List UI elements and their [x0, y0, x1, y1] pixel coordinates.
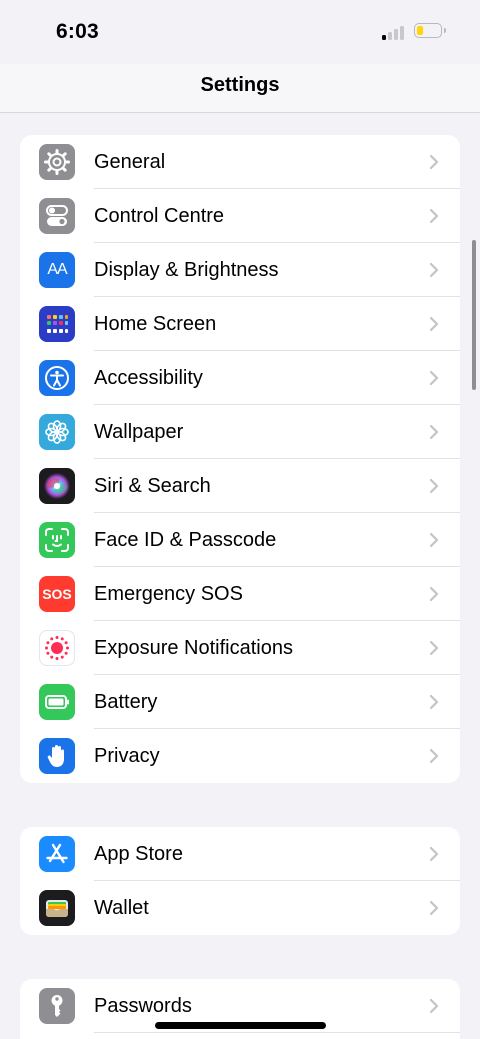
settings-row-display-brightness[interactable]: AA Display & Brightness — [20, 243, 460, 297]
navigation-bar: Settings — [0, 64, 480, 113]
sos-glyph: SOS — [42, 586, 72, 602]
chevron-right-icon — [429, 424, 439, 440]
siri-icon — [39, 468, 75, 504]
settings-row-label: Exposure Notifications — [94, 637, 293, 659]
settings-row-label: Face ID & Passcode — [94, 529, 277, 551]
chevron-right-icon — [429, 532, 439, 548]
settings-row-label: Battery — [94, 691, 158, 713]
settings-row-app-store[interactable]: App Store — [20, 827, 460, 881]
home-indicator[interactable] — [155, 1022, 326, 1029]
settings-group-passwords: Passwords — [20, 979, 460, 1039]
chevron-right-icon — [429, 900, 439, 916]
settings-row-label: Home Screen — [94, 313, 217, 335]
status-bar: 6:03 — [0, 0, 480, 64]
settings-row-accessibility[interactable]: Accessibility — [20, 351, 460, 405]
flower-icon — [39, 414, 75, 450]
settings-row-exposure-notifications[interactable]: Exposure Notifications — [20, 621, 460, 675]
chevron-right-icon — [429, 478, 439, 494]
chevron-right-icon — [429, 586, 439, 602]
face-id-icon — [39, 522, 75, 558]
exposure-icon — [39, 630, 75, 666]
page-title: Settings — [200, 74, 280, 96]
cellular-signal-icon — [382, 24, 408, 40]
settings-row-privacy[interactable]: Privacy — [20, 729, 460, 783]
settings-row-label: Passwords — [94, 995, 192, 1017]
settings-row-control-centre[interactable]: Control Centre — [20, 189, 460, 243]
chevron-right-icon — [429, 640, 439, 656]
chevron-right-icon — [429, 748, 439, 764]
settings-row-label: Display & Brightness — [94, 259, 279, 281]
hand-icon — [39, 738, 75, 774]
settings-row-label: Privacy — [94, 745, 160, 767]
settings-row-wallpaper[interactable]: Wallpaper — [20, 405, 460, 459]
settings-row-label: Control Centre — [94, 205, 225, 227]
chevron-right-icon — [429, 694, 439, 710]
toggle-icon — [39, 198, 75, 234]
settings-row-label: Wallpaper — [94, 421, 184, 443]
settings-row-label: App Store — [94, 843, 183, 865]
battery-level — [417, 26, 423, 35]
settings-row-emergency-sos[interactable]: SOS Emergency SOS — [20, 567, 460, 621]
settings-group-main: General Control Centre AA Display & Brig… — [20, 135, 460, 783]
settings-row-label: General — [94, 151, 166, 173]
settings-row-label: Wallet — [94, 897, 149, 919]
battery-status-icon — [414, 23, 446, 38]
accessibility-icon — [39, 360, 75, 396]
settings-row-label: Accessibility — [94, 367, 203, 389]
battery-icon — [39, 684, 75, 720]
wallet-icon — [39, 890, 75, 926]
sos-icon: SOS — [39, 576, 75, 612]
app-store-icon — [39, 836, 75, 872]
settings-row-label: Emergency SOS — [94, 583, 243, 605]
settings-row-wallet[interactable]: Wallet — [20, 881, 460, 935]
key-icon — [39, 988, 75, 1024]
chevron-right-icon — [429, 262, 439, 278]
settings-group-store: App Store Wallet — [20, 827, 460, 935]
chevron-right-icon — [429, 208, 439, 224]
chevron-right-icon — [429, 154, 439, 170]
status-time: 6:03 — [56, 20, 99, 43]
chevron-right-icon — [429, 998, 439, 1014]
chevron-right-icon — [429, 316, 439, 332]
chevron-right-icon — [429, 846, 439, 862]
settings-row-general[interactable]: General — [20, 135, 460, 189]
chevron-right-icon — [429, 370, 439, 386]
settings-row-label: Siri & Search — [94, 475, 211, 497]
settings-row-face-id[interactable]: Face ID & Passcode — [20, 513, 460, 567]
text-size-icon: AA — [39, 252, 75, 288]
app-grid-icon — [39, 306, 75, 342]
settings-row-home-screen[interactable]: Home Screen — [20, 297, 460, 351]
scroll-indicator[interactable] — [472, 240, 476, 390]
gear-icon — [39, 144, 75, 180]
settings-row-battery[interactable]: Battery — [20, 675, 460, 729]
text-size-glyph: AA — [47, 261, 67, 278]
settings-row-siri-search[interactable]: Siri & Search — [20, 459, 460, 513]
